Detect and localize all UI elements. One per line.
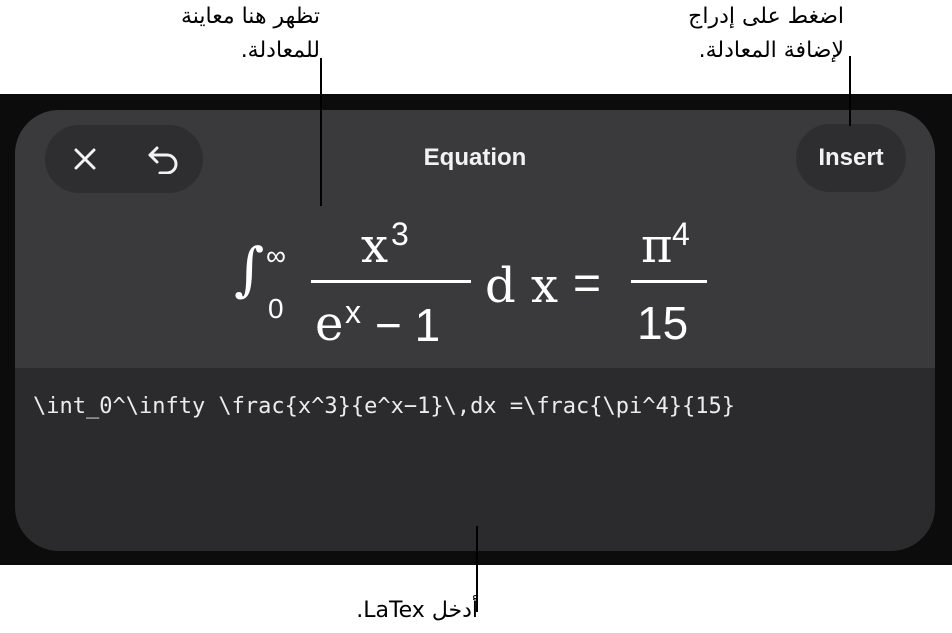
insert-button[interactable]: Insert — [796, 124, 906, 192]
callout-preview-line-1: تظهر هنا معاينة — [180, 4, 320, 29]
leader-line-preview — [320, 58, 322, 206]
rhs-numerator-base: π — [641, 218, 673, 274]
leader-line-insert — [849, 56, 851, 126]
equation-preview-area: Equation Insert ∫ ∞ 0 x 3 e x − 1 d x = … — [15, 110, 935, 368]
equals-sign: = — [573, 257, 602, 310]
equation-editor-panel: Equation Insert ∫ ∞ 0 x 3 e x − 1 d x = … — [15, 110, 935, 551]
upper-limit: ∞ — [266, 240, 286, 271]
denominator-rest: − 1 — [375, 299, 441, 351]
numerator-exponent: 3 — [391, 216, 409, 252]
differential: d x — [485, 258, 559, 314]
callout-preview-line-2: للمعادلة. — [240, 38, 320, 63]
leader-line-latex — [476, 526, 478, 612]
lhs-fraction-bar — [311, 280, 471, 283]
callout-latex: أدخل LaTex. — [356, 598, 478, 623]
lower-limit: 0 — [268, 293, 284, 324]
callout-insert-line-2: لإضافة المعادلة. — [698, 38, 844, 63]
callout-insert-line-1: اضغط على إدراج — [688, 4, 844, 29]
rhs-numerator-exponent: 4 — [672, 216, 690, 252]
integral-sign: ∫ — [234, 235, 265, 303]
callout-insert: اضغط على إدراج لإضافة المعادلة. — [688, 0, 844, 68]
callout-preview: تظهر هنا معاينة للمعادلة. — [181, 0, 320, 68]
rhs-fraction-bar — [631, 280, 707, 283]
numerator-base: x — [361, 218, 389, 274]
denominator-base: e — [315, 296, 344, 352]
denominator-exponent: x — [345, 294, 361, 330]
rhs-denominator: 15 — [637, 297, 689, 349]
latex-input[interactable]: \int_0^\infty \frac{x^3}{e^x−1}\,dx =\fr… — [33, 394, 913, 434]
